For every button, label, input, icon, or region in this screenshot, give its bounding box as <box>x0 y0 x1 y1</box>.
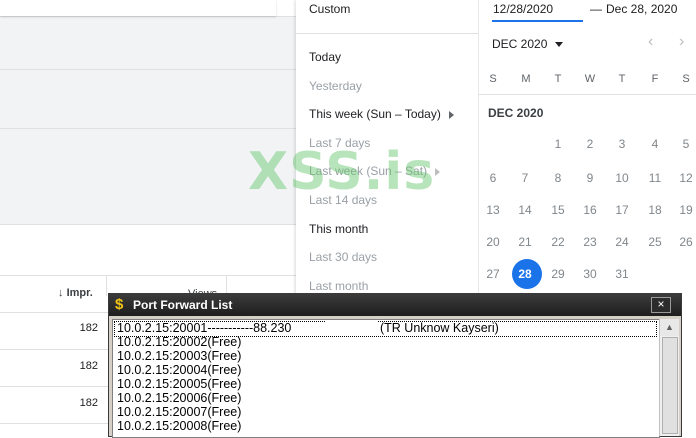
menu-item-last-30-days[interactable]: Last 30 days <box>309 250 377 264</box>
weekday-label: T <box>618 73 626 85</box>
list-item[interactable]: 10.0.2.15:20006(Free) <box>117 391 241 405</box>
end-date-input[interactable]: Dec 28, 2020 <box>606 2 677 16</box>
arrow-down-icon: ↓ <box>58 287 64 299</box>
chart-band-2 <box>0 69 296 128</box>
calendar-day[interactable]: 25 <box>640 235 670 249</box>
table-row-value: 182 <box>79 322 98 334</box>
start-date-underline <box>492 20 583 22</box>
calendar-month-label: DEC 2020 <box>488 106 544 120</box>
menu-item-today[interactable]: Today <box>309 50 341 64</box>
impr-column-header[interactable]: ↓ Impr. <box>58 287 93 299</box>
list-item[interactable]: 10.0.2.15:20008(Free) <box>117 419 241 433</box>
weekday-label: F <box>651 73 659 85</box>
caret-right-icon <box>448 110 454 119</box>
calendar-day[interactable]: 16 <box>575 203 605 217</box>
calendar-day[interactable]: 27 <box>478 267 508 281</box>
list-item[interactable]: 10.0.2.15:20003(Free) <box>117 349 241 363</box>
calendar-day[interactable]: 13 <box>478 203 508 217</box>
month-select-dropdown[interactable]: DEC 2020 <box>492 37 563 51</box>
menu-item-last-month[interactable]: Last month <box>309 279 368 293</box>
weekday-label: T <box>554 73 562 85</box>
calendar-day[interactable]: 9 <box>575 171 605 185</box>
calendar-day[interactable]: 31 <box>607 267 637 281</box>
calendar-day[interactable]: 18 <box>640 203 670 217</box>
menu-divider <box>296 33 478 34</box>
dollar-icon: $ <box>115 296 124 313</box>
weekday-label: S <box>489 73 497 85</box>
window-titlebar[interactable]: $ Port Forward List × <box>109 294 681 316</box>
table-row-value: 182 <box>79 360 98 372</box>
chevron-right-icon[interactable]: › <box>679 33 684 51</box>
calendar-day[interactable]: 11 <box>640 171 670 185</box>
calendar-day[interactable]: 23 <box>575 235 605 249</box>
menu-item-this-month[interactable]: This month <box>309 222 368 236</box>
weekday-label: S <box>682 73 690 85</box>
watermark-text: XSS.is <box>248 142 436 202</box>
calendar-day[interactable]: 15 <box>543 203 573 217</box>
calendar-day[interactable]: 26 <box>671 235 696 249</box>
calendar-day[interactable]: 5 <box>671 137 696 151</box>
calendar-day[interactable]: 20 <box>478 235 508 249</box>
calendar-day[interactable]: 29 <box>543 267 573 281</box>
calendar-day[interactable]: 8 <box>543 171 573 185</box>
list-item[interactable]: 10.0.2.15:20007(Free) <box>117 405 241 419</box>
calendar-day[interactable]: 24 <box>607 235 637 249</box>
list-item-location: (TR Unknow Kayseri) <box>380 321 499 335</box>
top-card <box>0 0 276 16</box>
calendar-day[interactable]: 14 <box>510 203 540 217</box>
port-list[interactable]: 10.0.2.15:20001-----------88.230 (TR Unk… <box>112 319 660 438</box>
calendar-day[interactable]: 3 <box>607 137 637 151</box>
calendar-day[interactable]: 10 <box>607 171 637 185</box>
calendar-day[interactable]: 1 <box>543 137 573 151</box>
scrollbar-thumb[interactable] <box>662 337 678 434</box>
chart-band-1 <box>0 16 296 69</box>
menu-item-this-week[interactable]: This week (Sun – Today) <box>309 107 454 121</box>
calendar-day[interactable]: 30 <box>575 267 605 281</box>
close-button[interactable]: × <box>651 297 671 313</box>
start-date-input[interactable]: 12/28/2020 <box>493 2 553 16</box>
redacted-area <box>326 321 378 335</box>
menu-item-yesterday[interactable]: Yesterday <box>309 79 362 93</box>
calendar-day[interactable]: 17 <box>607 203 637 217</box>
calendar-day-selected[interactable]: 28 <box>510 267 540 281</box>
caret-down-icon <box>554 42 563 48</box>
caret-right-icon <box>435 167 441 176</box>
chevron-left-icon[interactable]: ‹ <box>648 33 653 51</box>
calendar-day[interactable]: 22 <box>543 235 573 249</box>
calendar-day[interactable]: 19 <box>671 203 696 217</box>
calendar-day[interactable]: 6 <box>478 171 508 185</box>
list-item[interactable]: 10.0.2.15:20001-----------88.230 <box>117 321 291 335</box>
scroll-up-arrow-icon[interactable]: ▲ <box>660 319 679 336</box>
calendar-day[interactable]: 21 <box>510 235 540 249</box>
table-row-value: 182 <box>79 397 98 409</box>
menu-item-custom[interactable]: Custom <box>309 2 350 16</box>
list-scrollbar[interactable]: ▲ <box>659 319 679 436</box>
list-item[interactable]: 10.0.2.15:20002(Free) <box>117 335 241 349</box>
date-range-dash: — <box>590 2 602 16</box>
calendar-day[interactable]: 4 <box>640 137 670 151</box>
calendar-day[interactable]: 2 <box>575 137 605 151</box>
list-item[interactable]: 10.0.2.15:20005(Free) <box>117 377 241 391</box>
port-forward-window: $ Port Forward List × 10.0.2.15:20001---… <box>108 293 682 438</box>
calendar-day[interactable]: 7 <box>510 171 540 185</box>
window-title: Port Forward List <box>133 298 233 312</box>
calendar-day[interactable]: 12 <box>671 171 696 185</box>
weekday-label: W <box>584 73 596 85</box>
list-item[interactable]: 10.0.2.15:20004(Free) <box>117 363 241 377</box>
weekday-label: M <box>521 73 531 85</box>
